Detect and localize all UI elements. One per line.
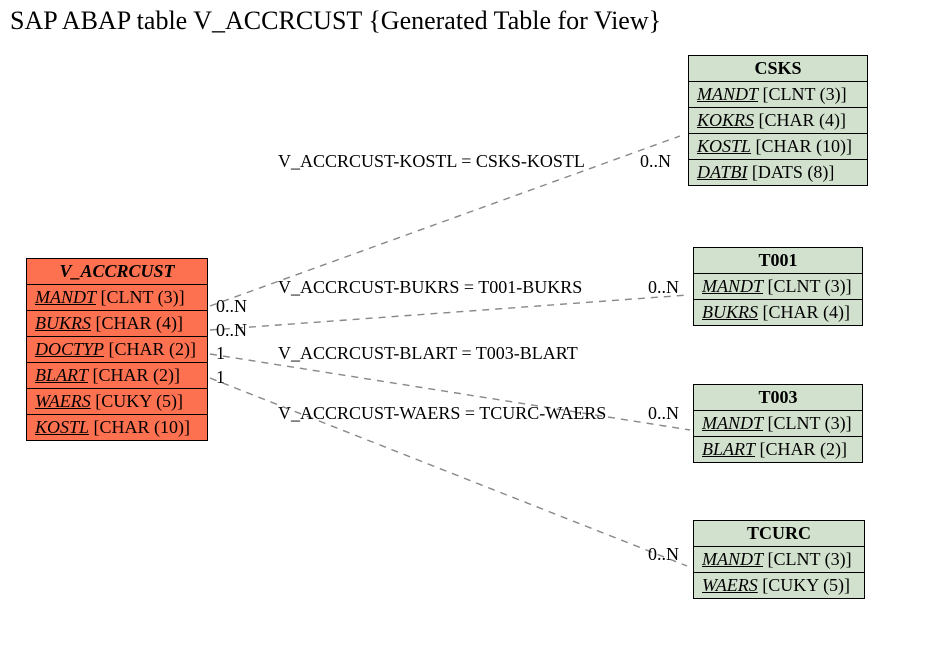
entity-field: WAERS [CUKY (5)] [27,389,207,415]
relation-label-waers: V_ACCRCUST-WAERS = TCURC-WAERS [278,403,606,424]
entity-field: BLART [CHAR (2)] [694,437,862,462]
entity-field: KOSTL [CHAR (10)] [27,415,207,440]
cardinality-right-r2: 0..N [648,277,679,298]
entity-field: BUKRS [CHAR (4)] [694,300,862,325]
entity-v-accrcust: V_ACCRCUST MANDT [CLNT (3)] BUKRS [CHAR … [26,258,208,441]
entity-field: DOCTYP [CHAR (2)] [27,337,207,363]
relation-label-blart: V_ACCRCUST-BLART = T003-BLART [278,343,578,364]
cardinality-left-r1: 0..N [216,296,247,317]
entity-tcurc: TCURC MANDT [CLNT (3)] WAERS [CUKY (5)] [693,520,865,599]
entity-csks: CSKS MANDT [CLNT (3)] KOKRS [CHAR (4)] K… [688,55,868,186]
entity-header: T003 [694,385,862,411]
entity-field: KOSTL [CHAR (10)] [689,134,867,160]
cardinality-left-r4: 1 [216,367,225,388]
cardinality-right-r1: 0..N [640,151,671,172]
entity-field: MANDT [CLNT (3)] [27,285,207,311]
cardinality-right-r4: 0..N [648,544,679,565]
page-title: SAP ABAP table V_ACCRCUST {Generated Tab… [10,6,661,36]
entity-field: MANDT [CLNT (3)] [689,82,867,108]
entity-header: CSKS [689,56,867,82]
cardinality-right-r3: 0..N [648,403,679,424]
entity-t001: T001 MANDT [CLNT (3)] BUKRS [CHAR (4)] [693,247,863,326]
relation-label-bukrs: V_ACCRCUST-BUKRS = T001-BUKRS [278,277,582,298]
entity-header: V_ACCRCUST [27,259,207,285]
entity-field: DATBI [DATS (8)] [689,160,867,185]
entity-field: BLART [CHAR (2)] [27,363,207,389]
cardinality-left-r2: 0..N [216,320,247,341]
relation-label-kostl: V_ACCRCUST-KOSTL = CSKS-KOSTL [278,151,585,172]
entity-field: MANDT [CLNT (3)] [694,274,862,300]
entity-field: MANDT [CLNT (3)] [694,547,864,573]
cardinality-left-r3: 1 [216,343,225,364]
entity-t003: T003 MANDT [CLNT (3)] BLART [CHAR (2)] [693,384,863,463]
entity-field: MANDT [CLNT (3)] [694,411,862,437]
entity-header: T001 [694,248,862,274]
entity-field: KOKRS [CHAR (4)] [689,108,867,134]
entity-header: TCURC [694,521,864,547]
entity-field: BUKRS [CHAR (4)] [27,311,207,337]
entity-field: WAERS [CUKY (5)] [694,573,864,598]
